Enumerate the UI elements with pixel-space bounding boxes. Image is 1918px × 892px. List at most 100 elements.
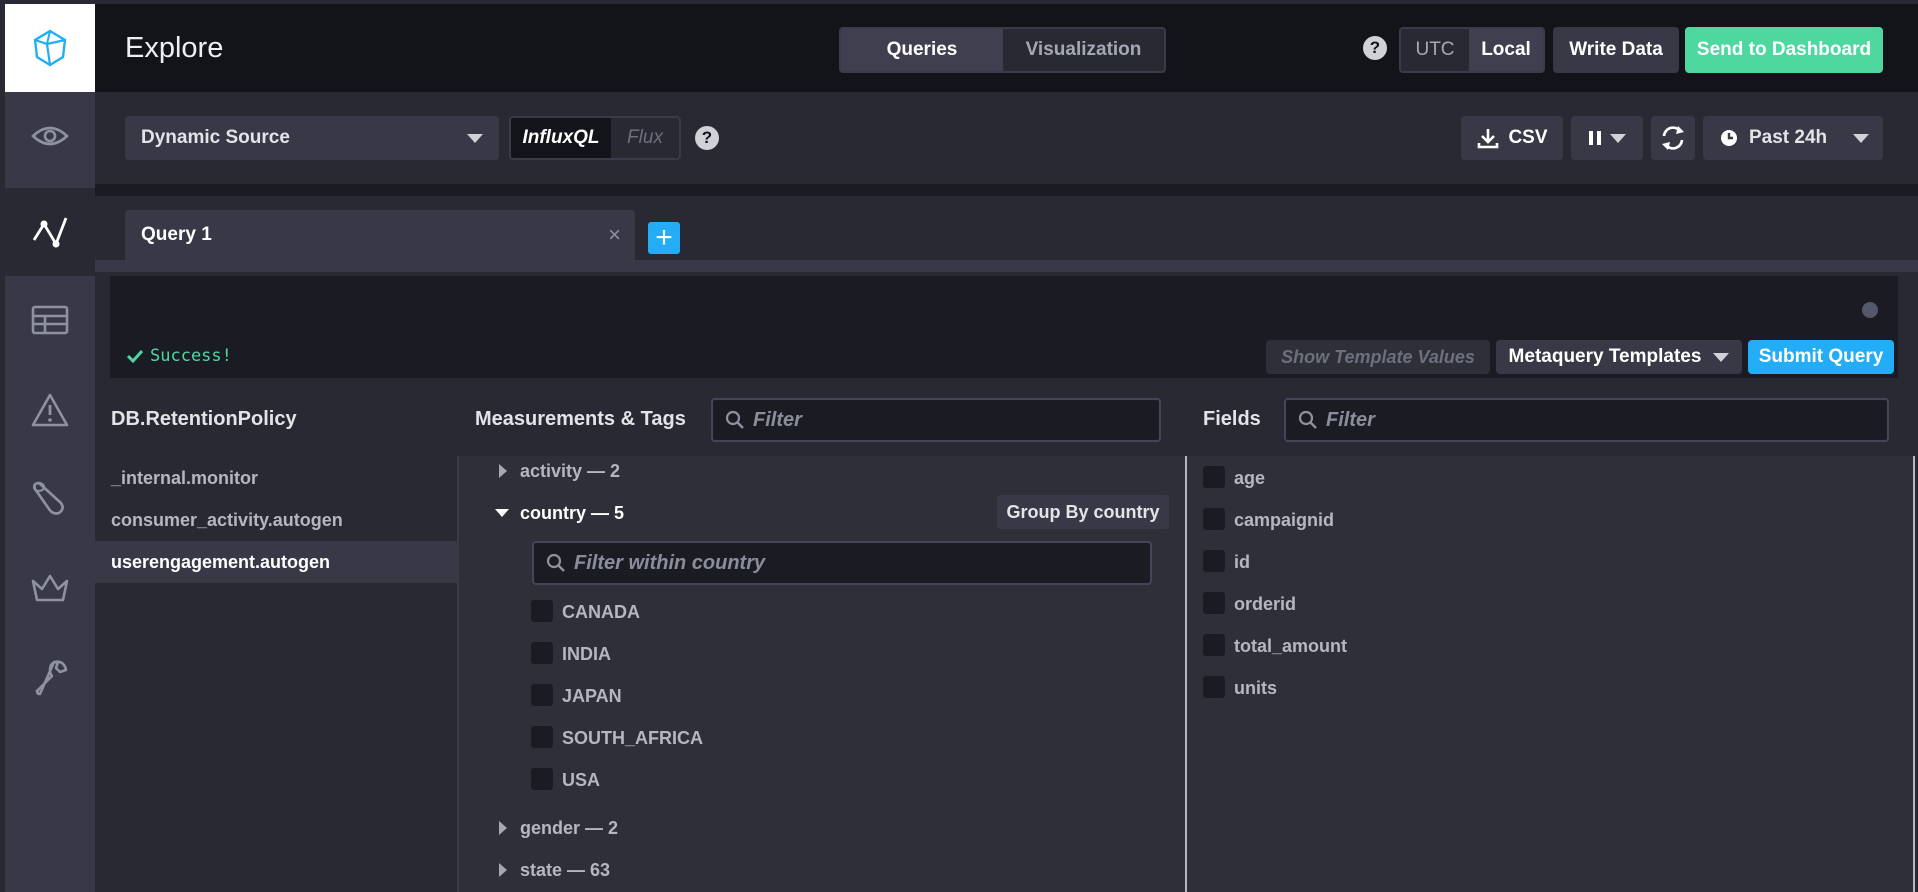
group-by-button[interactable]: Group By country — [997, 495, 1169, 529]
eye-icon — [31, 126, 69, 146]
measurements-title: Measurements & Tags — [475, 408, 686, 430]
chevron-down-icon — [1713, 352, 1730, 362]
checkbox[interactable] — [1203, 634, 1225, 656]
pause-icon — [1589, 131, 1601, 145]
field-item[interactable]: total_amount — [1234, 636, 1347, 657]
submit-query-button[interactable]: Submit Query — [1748, 340, 1894, 374]
collapse-caret-icon[interactable] — [495, 509, 509, 517]
download-icon — [1478, 129, 1499, 149]
nav-admin[interactable] — [5, 544, 95, 632]
field-item[interactable]: age — [1234, 468, 1265, 489]
nav-host-list[interactable] — [5, 92, 95, 180]
page-title: Explore — [125, 32, 224, 64]
checkbox[interactable] — [1203, 466, 1225, 488]
nav-data-explorer[interactable] — [5, 188, 95, 276]
field-item[interactable]: units — [1234, 678, 1277, 699]
measurement-item[interactable]: activity — 2 — [520, 461, 620, 482]
checkbox[interactable] — [1203, 508, 1225, 530]
search-icon — [1298, 410, 1317, 429]
source-label: Dynamic Source — [141, 127, 290, 148]
query-tab-label: Query 1 — [141, 224, 212, 245]
tag-value-item[interactable]: SOUTH_AFRICA — [562, 728, 703, 749]
metaquery-templates-dropdown[interactable]: Metaquery Templates — [1496, 340, 1742, 374]
nav-dashboards[interactable] — [5, 276, 95, 364]
checkbox[interactable] — [1203, 592, 1225, 614]
csv-download-button[interactable]: CSV — [1461, 116, 1563, 160]
tag-value-item[interactable]: JAPAN — [562, 686, 622, 707]
checkbox[interactable] — [531, 726, 553, 748]
query-editor[interactable]: Success! Show Template Values Metaquery … — [110, 276, 1898, 378]
expand-caret-icon[interactable] — [499, 863, 507, 877]
view-toggle: Queries Visualization — [839, 27, 1166, 73]
logo-icon — [33, 29, 67, 67]
tag-value-item[interactable]: INDIA — [562, 644, 611, 665]
measurements-filter[interactable]: Filter — [711, 398, 1161, 442]
query-status: Success! — [126, 346, 232, 366]
checkbox[interactable] — [531, 600, 553, 622]
send-to-dashboard-button[interactable]: Send to Dashboard — [1685, 27, 1883, 73]
add-query-button[interactable]: + — [648, 221, 680, 254]
alert-triangle-icon — [31, 393, 69, 427]
measurements-filter-placeholder: Filter — [753, 408, 802, 431]
tab-queries[interactable]: Queries — [841, 29, 1003, 71]
tag-value-filter-placeholder: Filter within country — [574, 551, 766, 574]
measurement-item[interactable]: state — 63 — [520, 860, 610, 881]
close-icon[interactable]: × — [608, 222, 621, 248]
timezone-toggle: UTC Local — [1399, 27, 1545, 73]
refresh-button[interactable] — [1651, 116, 1695, 160]
field-item[interactable]: orderid — [1234, 594, 1296, 615]
time-range-label: Past 24h — [1749, 127, 1828, 148]
query-toolbar: Dynamic Source InfluxQL Flux ? CSV Past — [95, 92, 1918, 184]
database-item-selected[interactable]: userengagement.autogen — [111, 552, 330, 573]
wood-log-icon — [32, 481, 64, 515]
checkbox[interactable] — [531, 642, 553, 664]
write-data-button[interactable]: Write Data — [1553, 27, 1679, 73]
clock-icon — [1721, 130, 1737, 146]
tag-value-item[interactable]: USA — [562, 770, 600, 791]
chevron-down-icon — [467, 134, 483, 143]
expand-caret-icon[interactable] — [499, 464, 507, 478]
influxdb-logo[interactable] — [5, 4, 95, 92]
chevron-down-icon — [1610, 133, 1626, 143]
source-dropdown[interactable]: Dynamic Source — [125, 116, 499, 160]
checkbox[interactable] — [531, 684, 553, 706]
fields-filter[interactable]: Filter — [1284, 398, 1889, 442]
query-tab[interactable]: Query 1 × — [125, 210, 635, 260]
metaquery-label: Metaquery Templates — [1508, 346, 1702, 367]
checkbox[interactable] — [1203, 676, 1225, 698]
timezone-utc[interactable]: UTC — [1401, 29, 1469, 71]
nav-alerting[interactable] — [5, 366, 95, 454]
language-influxql[interactable]: InfluxQL — [511, 118, 611, 158]
checkbox[interactable] — [531, 768, 553, 790]
csv-label: CSV — [1508, 127, 1548, 148]
timezone-local[interactable]: Local — [1469, 29, 1543, 71]
database-item[interactable]: consumer_activity.autogen — [111, 510, 343, 531]
databases-title: DB.RetentionPolicy — [111, 408, 297, 430]
measurement-item[interactable]: gender — 2 — [520, 818, 618, 839]
help-icon[interactable]: ? — [1363, 36, 1387, 60]
column-divider — [1913, 456, 1915, 892]
status-dot-icon — [1862, 302, 1878, 318]
autorefresh-dropdown[interactable] — [1571, 116, 1643, 160]
wrench-icon — [35, 660, 68, 696]
checkbox[interactable] — [1203, 550, 1225, 572]
field-item[interactable]: campaignid — [1234, 510, 1334, 531]
show-template-values-button[interactable]: Show Template Values — [1266, 340, 1490, 374]
tab-visualization[interactable]: Visualization — [1003, 29, 1164, 71]
nav-log-viewer[interactable] — [5, 454, 95, 542]
graph-icon — [32, 217, 68, 248]
tag-value-filter[interactable]: Filter within country — [532, 541, 1152, 585]
measurement-item-expanded[interactable]: country — 5 — [520, 503, 624, 524]
time-range-dropdown[interactable]: Past 24h — [1703, 116, 1883, 160]
expand-caret-icon[interactable] — [499, 821, 507, 835]
language-flux[interactable]: Flux — [611, 118, 679, 158]
dashboard-grid-icon — [31, 305, 69, 335]
database-item[interactable]: _internal.monitor — [111, 468, 258, 489]
tag-value-item[interactable]: CANADA — [562, 602, 640, 623]
field-item[interactable]: id — [1234, 552, 1250, 573]
status-text: Success! — [150, 346, 232, 366]
nav-configuration[interactable] — [5, 634, 95, 722]
crown-icon — [31, 574, 69, 602]
page-header: Explore Queries Visualization ? UTC Loca… — [95, 4, 1918, 92]
language-help-icon[interactable]: ? — [695, 126, 719, 150]
